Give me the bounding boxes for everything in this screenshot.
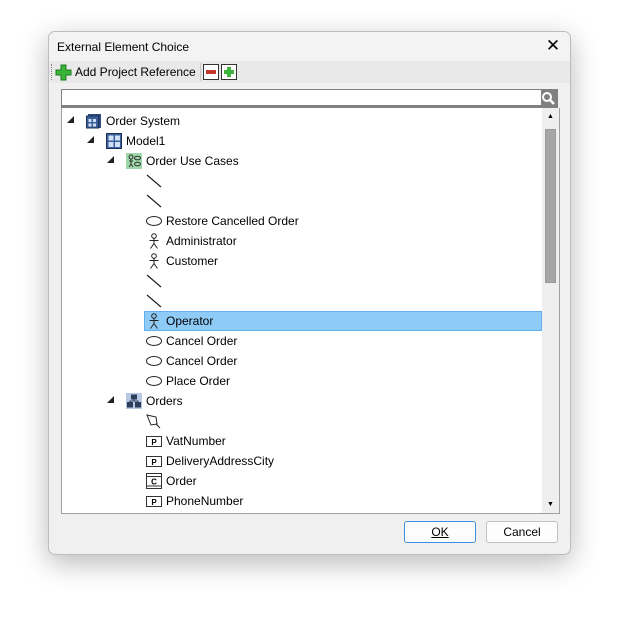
association-line-icon — [146, 174, 162, 188]
tree-item[interactable]: Model1 — [62, 131, 542, 151]
usecase-icon — [146, 356, 162, 366]
tree-item[interactable]: Administrator — [62, 231, 542, 251]
svg-text:P: P — [151, 458, 157, 467]
tree-item[interactable] — [62, 191, 542, 211]
class-package-icon — [126, 393, 142, 409]
expand-all-button[interactable] — [221, 63, 237, 81]
tree-item-label: Cancel Order — [166, 334, 238, 348]
expand-toggle-icon[interactable] — [87, 136, 94, 143]
tree-item-label: Place Order — [166, 374, 231, 388]
tree-item[interactable] — [62, 271, 542, 291]
tree-item[interactable] — [62, 411, 542, 431]
tree-item[interactable]: P PhoneNumber — [62, 491, 542, 511]
actor-icon — [149, 233, 159, 249]
tree-item-label: Customer — [166, 254, 219, 268]
collapse-all-button[interactable] — [203, 63, 219, 81]
search-button[interactable] — [539, 89, 558, 108]
element-tree[interactable]: ▲ ▼ Order System Model1 Order Use Cases Res… — [61, 108, 560, 514]
tree-item[interactable]: P VatNumber — [62, 431, 542, 451]
expand-toggle-icon[interactable] — [67, 116, 74, 123]
tree-item-label: Order — [166, 474, 197, 488]
tree-item-label: Restore Cancelled Order — [166, 214, 299, 228]
tree-item[interactable]: Cancel Order — [62, 351, 542, 371]
svg-text:P: P — [151, 438, 157, 447]
search-icon — [542, 92, 555, 105]
tree-item-label: VatNumber — [166, 434, 226, 448]
tree-item-label: Operator — [166, 314, 214, 328]
tree-item[interactable]: Operator — [62, 311, 542, 331]
scroll-down-arrow[interactable]: ▼ — [542, 496, 559, 513]
plus-icon — [55, 64, 72, 80]
tree-item[interactable]: Restore Cancelled Order — [62, 211, 542, 231]
tree-item[interactable]: C Order — [62, 471, 542, 491]
tree-item[interactable] — [62, 171, 542, 191]
title-bar: External Element Choice ✕ — [49, 32, 570, 61]
toolbar-grip — [51, 64, 54, 80]
external-element-choice-dialog: External Element Choice ✕ Add Project Re… — [48, 31, 571, 555]
svg-text:P: P — [151, 498, 157, 507]
cancel-button[interactable]: Cancel — [486, 521, 558, 543]
tree-item-label: Model1 — [126, 134, 166, 148]
project-icon — [86, 114, 101, 129]
tree-item[interactable]: Customer — [62, 251, 542, 271]
usecase-package-icon — [126, 153, 142, 169]
tree-item[interactable]: Cancel Order — [62, 331, 542, 351]
tree-item-label: Cancel Order — [166, 354, 238, 368]
tree-item-label: Administrator — [166, 234, 237, 248]
vertical-scrollbar[interactable]: ▲ ▼ — [542, 108, 559, 513]
usecase-icon — [146, 336, 162, 346]
add-project-reference-button[interactable]: Add Project Reference — [55, 63, 196, 81]
expand-toggle-icon[interactable] — [107, 396, 114, 403]
property-icon: P — [146, 496, 162, 507]
ok-label: OK — [431, 525, 449, 539]
search-box — [61, 89, 558, 108]
search-input[interactable] — [62, 90, 541, 105]
class-icon: C — [146, 473, 162, 489]
tree-item-label: PhoneNumber — [166, 494, 244, 508]
expand-toggle-icon[interactable] — [107, 156, 114, 163]
model-icon — [106, 133, 122, 149]
tree-item[interactable]: P DeliveryAddressCity — [62, 451, 542, 471]
association-line-icon — [146, 294, 162, 308]
svg-text:C: C — [151, 478, 157, 487]
property-icon: P — [146, 436, 162, 447]
toolbar: Add Project Reference — [49, 61, 570, 83]
close-icon[interactable]: ✕ — [542, 36, 564, 56]
window-title: External Element Choice — [57, 40, 190, 54]
property-icon: P — [146, 456, 162, 467]
usecase-icon — [146, 376, 162, 386]
tree-item-label: Order Use Cases — [146, 154, 239, 168]
usecase-icon — [146, 216, 162, 226]
tree-item-label: Order System — [106, 114, 181, 128]
ok-button[interactable]: OK — [404, 521, 476, 543]
scroll-up-arrow[interactable]: ▲ — [542, 108, 559, 125]
tree-item-label: DeliveryAddressCity — [166, 454, 275, 468]
note-anchor-icon — [146, 414, 161, 429]
actor-icon — [149, 253, 159, 269]
add-project-reference-label: Add Project Reference — [75, 65, 196, 79]
association-line-icon — [146, 194, 162, 208]
tree-item[interactable]: Place Order — [62, 371, 542, 391]
association-line-icon — [146, 274, 162, 288]
scrollbar-thumb[interactable] — [545, 129, 556, 283]
toolbar-separator — [200, 63, 201, 81]
expand-all-icon — [221, 64, 237, 80]
collapse-all-icon — [203, 64, 219, 80]
tree-item[interactable]: Order Use Cases — [62, 151, 542, 171]
tree-item[interactable]: Orders — [62, 391, 542, 411]
tree-item[interactable] — [62, 291, 542, 311]
tree-item[interactable]: Order System — [62, 111, 542, 131]
actor-icon — [149, 313, 159, 329]
cancel-label: Cancel — [503, 525, 541, 539]
tree-item-label: Orders — [146, 394, 183, 408]
